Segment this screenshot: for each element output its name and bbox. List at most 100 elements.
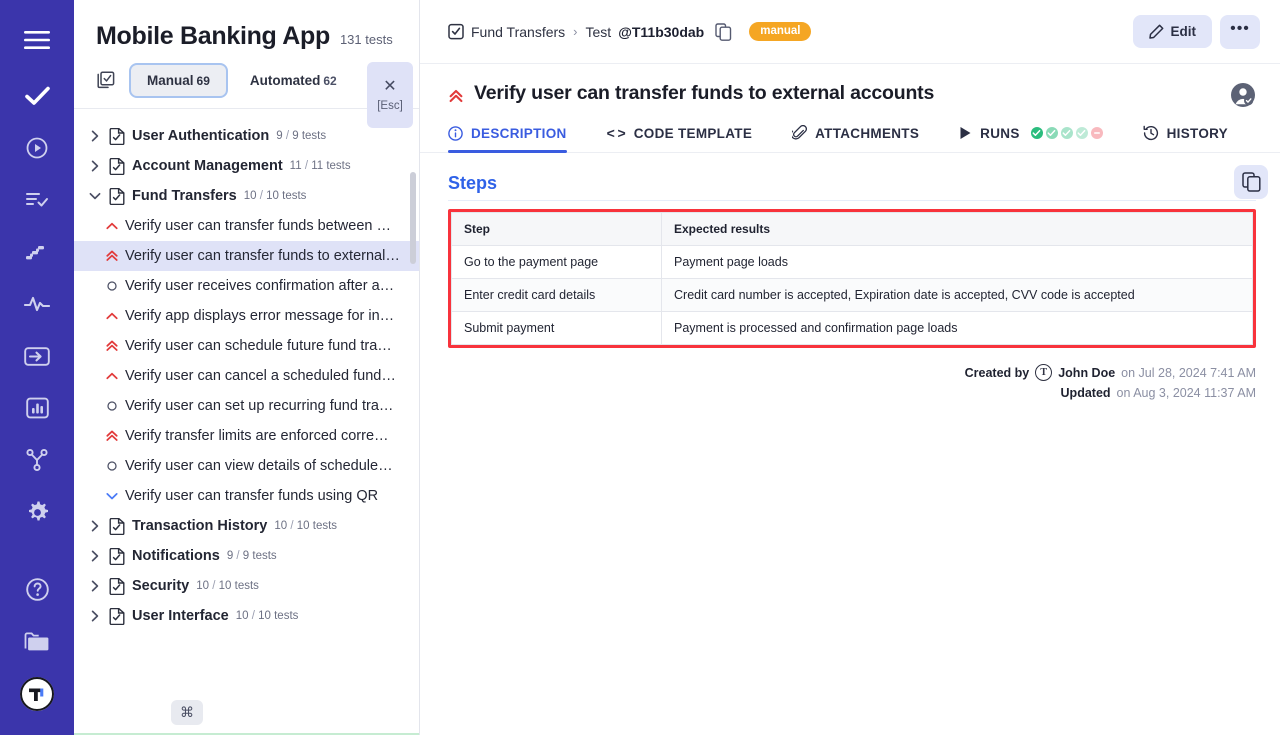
tree-test-label: Verify transfer limits are enforced corr… xyxy=(125,428,389,444)
folder-icon[interactable] xyxy=(15,619,59,663)
more-options-button[interactable]: ••• xyxy=(1220,15,1260,49)
description-content: Steps Step Expected results Go to the pa… xyxy=(420,153,1280,348)
suite-doc-icon xyxy=(109,608,125,625)
priority-normal-icon xyxy=(104,399,119,413)
tab-automated[interactable]: Automated62 xyxy=(232,63,355,98)
test-title: Verify user can transfer funds to extern… xyxy=(474,82,934,105)
chevron-right-icon[interactable] xyxy=(88,550,102,562)
play-icon xyxy=(959,126,972,140)
breadcrumb-suite[interactable]: Fund Transfers xyxy=(471,24,565,40)
detail-tab-bar: DESCRIPTION < > CODE TEMPLATE ATTACHMENT… xyxy=(420,109,1280,153)
tab-attachments[interactable]: ATTACHMENTS xyxy=(792,125,941,152)
tree-suite-row[interactable]: Account Management 11 / 11 tests xyxy=(74,151,419,181)
tree-suite-row[interactable]: Security10 / 10 tests xyxy=(74,571,419,601)
menu-icon[interactable] xyxy=(15,18,59,62)
close-panel-button[interactable]: ✕ [Esc] xyxy=(367,62,413,128)
tab-description-label: DESCRIPTION xyxy=(471,126,567,141)
tree-test-row[interactable]: Verify app displays error message for in… xyxy=(74,301,419,331)
tab-description[interactable]: DESCRIPTION xyxy=(448,126,589,152)
tree-scroll-area[interactable]: User Authentication 9 / 9 tests Account Ma… xyxy=(74,109,419,735)
steps-header: Steps xyxy=(448,173,1256,201)
tree-test-row[interactable]: Verify user can schedule future fund tra… xyxy=(74,331,419,361)
chevron-right-icon[interactable] xyxy=(88,130,102,142)
tree-scrollbar-thumb[interactable] xyxy=(410,172,416,264)
settings-gear-icon[interactable] xyxy=(15,490,59,534)
copy-icon[interactable] xyxy=(715,23,732,41)
tree-suite-count: 9 / 9 tests xyxy=(227,550,277,562)
copy-steps-icon[interactable] xyxy=(1234,165,1268,199)
column-header-expected: Expected results xyxy=(662,213,1253,246)
created-line: Created by T John Doe on Jul 28, 2024 7:… xyxy=(448,364,1256,381)
tree-test-row[interactable]: Verify user can set up recurring fund tr… xyxy=(74,391,419,421)
steps-icon[interactable] xyxy=(15,230,59,274)
breadcrumb-separator: › xyxy=(573,24,577,39)
tree-suite-label: User Authentication xyxy=(132,128,269,144)
tab-history-label: HISTORY xyxy=(1167,126,1228,141)
tree-suite-count: 10 / 10 tests xyxy=(274,520,337,532)
status-badge[interactable]: manual xyxy=(749,22,811,41)
priority-high-icon xyxy=(104,339,119,353)
tree-test-row-selected[interactable]: Verify user can transfer funds to extern… xyxy=(74,241,419,271)
chevron-right-icon[interactable] xyxy=(88,160,102,172)
integrations-icon[interactable] xyxy=(15,438,59,482)
import-icon[interactable] xyxy=(15,334,59,378)
tree-test-row[interactable]: Verify transfer limits are enforced corr… xyxy=(74,421,419,451)
chevron-right-icon[interactable] xyxy=(88,580,102,592)
priority-normal-icon xyxy=(104,279,119,293)
edit-button-label: Edit xyxy=(1171,24,1197,39)
avatar[interactable]: T xyxy=(1035,364,1052,381)
app-logo[interactable] xyxy=(20,677,54,711)
tree-suite-row[interactable]: User Interface10 / 10 tests xyxy=(74,601,419,631)
tree-suite-count: 10 / 10 tests xyxy=(244,190,307,202)
tree-suite-row[interactable]: Fund Transfers10 / 10 tests xyxy=(74,181,419,211)
run-dot-skipped xyxy=(1091,127,1103,139)
table-row[interactable]: Enter credit card detailsCredit card num… xyxy=(452,279,1253,312)
tree-suite-row[interactable]: Notifications9 / 9 tests xyxy=(74,541,419,571)
check-icon[interactable] xyxy=(15,74,59,118)
tree-test-row[interactable]: Verify user can view details of schedule… xyxy=(74,451,419,481)
chevron-right-icon[interactable] xyxy=(88,610,102,622)
priority-high-icon xyxy=(104,249,119,263)
tab-runs[interactable]: RUNS xyxy=(959,126,1124,152)
chevron-down-icon[interactable] xyxy=(88,191,102,201)
test-plan-icon[interactable] xyxy=(15,178,59,222)
tree-test-row[interactable]: Verify user can cancel a scheduled fund… xyxy=(74,361,419,391)
help-circle-icon[interactable] xyxy=(15,567,59,611)
user-avatar-icon[interactable] xyxy=(1230,82,1256,108)
tree-test-label: Verify user can transfer funds between … xyxy=(125,218,391,234)
tree-test-row[interactable]: Verify user can transfer funds between … xyxy=(74,211,419,241)
tree-suite-label: Account Management xyxy=(132,158,283,174)
tab-history[interactable]: HISTORY xyxy=(1143,125,1250,152)
tab-runs-label: RUNS xyxy=(980,126,1019,141)
table-row[interactable]: Submit paymentPayment is processed and c… xyxy=(452,312,1253,345)
command-key-button[interactable]: ⌘ xyxy=(171,700,203,725)
steps-table-highlight: Step Expected results Go to the payment … xyxy=(448,209,1256,348)
checklist-icon[interactable] xyxy=(96,71,115,90)
tree-suite-row[interactable]: Transaction History 10 / 10 tests xyxy=(74,511,419,541)
suite-doc-icon xyxy=(109,518,125,535)
expected-cell: Payment is processed and confirmation pa… xyxy=(662,312,1253,345)
close-icon: ✕ xyxy=(383,79,396,95)
play-circle-icon[interactable] xyxy=(15,126,59,170)
priority-medium-icon xyxy=(104,219,119,233)
reports-icon[interactable] xyxy=(15,386,59,430)
tree-test-row[interactable]: Verify user can transfer funds using QR xyxy=(74,481,419,511)
tree-suite-label: Transaction History xyxy=(132,518,267,534)
updated-line: Updated on Aug 3, 2024 11:37 AM xyxy=(448,386,1256,400)
breadcrumb-bar: Fund Transfers › Test @T11b30dab manual … xyxy=(420,0,1280,64)
chevron-right-icon[interactable] xyxy=(88,520,102,532)
tree-test-row[interactable]: Verify user receives confirmation after … xyxy=(74,271,419,301)
activity-icon[interactable] xyxy=(15,282,59,326)
table-row[interactable]: Go to the payment pagePayment page loads xyxy=(452,246,1253,279)
created-label: Created by xyxy=(965,366,1030,380)
edit-button[interactable]: Edit xyxy=(1133,15,1213,48)
tab-code-template[interactable]: < > CODE TEMPLATE xyxy=(607,125,775,152)
tab-manual[interactable]: Manual69 xyxy=(129,63,228,98)
author-name[interactable]: John Doe xyxy=(1058,366,1115,380)
tree-test-label: Verify user can set up recurring fund tr… xyxy=(125,398,393,414)
project-header: Mobile Banking App 131 tests xyxy=(74,0,419,51)
tree-test-label: Verify user receives confirmation after … xyxy=(125,278,394,294)
suite-doc-icon xyxy=(109,188,125,205)
tree-suite-count: 11 / 11 tests xyxy=(290,160,351,172)
expected-cell: Payment page loads xyxy=(662,246,1253,279)
